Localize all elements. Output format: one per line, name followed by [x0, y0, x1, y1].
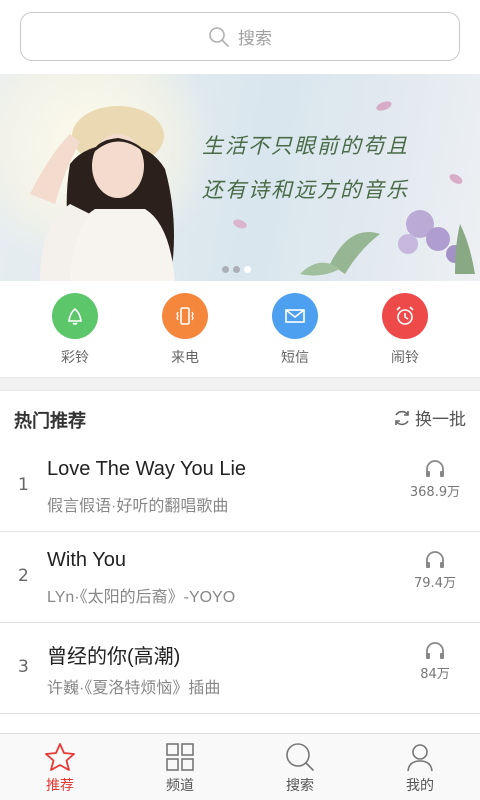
song-rank: 1 [18, 475, 29, 495]
play-count: 84万 [390, 641, 480, 682]
quick-action-label: 短信 [281, 350, 309, 366]
phone-vibrate-icon [162, 293, 208, 339]
section-divider [0, 377, 480, 391]
banner-text-line1: 生活不只眼前的苟且 [202, 134, 409, 158]
song-rank: 2 [18, 566, 29, 586]
search-placeholder: 搜索 [238, 29, 272, 49]
quick-action-ringback[interactable]: 彩铃 [20, 281, 130, 377]
hot-section-header: 热门推荐 换一批 [0, 391, 480, 443]
carousel-indicator [222, 266, 251, 273]
refresh-icon [395, 410, 409, 425]
headphones-icon [426, 551, 444, 568]
nav-tab-search[interactable]: 搜索 [240, 734, 360, 800]
song-subtitle: 假言假语·好听的翻唱歌曲 [47, 498, 229, 515]
quick-action-label: 彩铃 [61, 350, 89, 366]
promo-banner[interactable]: 生活不只眼前的苟且 还有诗和远方的音乐 [0, 74, 480, 281]
play-count-value: 79.4万 [414, 576, 456, 591]
star-icon [45, 743, 75, 771]
quick-actions: 彩铃 来电 短信 闹铃 [0, 281, 480, 377]
quick-action-label: 来电 [171, 350, 199, 366]
song-row[interactable]: 2 With You LYn·《太阳的后裔》-YOYO 79.4万 [0, 532, 480, 623]
quick-action-ringtone[interactable]: 来电 [130, 281, 240, 377]
play-count-value: 368.9万 [409, 485, 461, 500]
search-input[interactable]: 搜索 [20, 12, 460, 61]
song-row[interactable]: 1 Love The Way You Lie 假言假语·好听的翻唱歌曲 368.… [0, 441, 480, 532]
nav-label: 我的 [406, 778, 434, 794]
search-icon [209, 26, 229, 47]
user-icon [407, 744, 433, 772]
song-rank: 3 [18, 657, 29, 677]
envelope-icon [272, 293, 318, 339]
bell-icon [52, 293, 98, 339]
refresh-label: 换一批 [415, 410, 466, 430]
song-title: 曾经的你(高潮) [47, 646, 181, 668]
refresh-button[interactable]: 换一批 [392, 405, 466, 430]
quick-action-alarm[interactable]: 闹铃 [350, 281, 460, 377]
nav-label: 搜索 [286, 778, 314, 794]
grid-icon [166, 743, 194, 771]
search-bar-area: 搜索 [0, 0, 480, 74]
carousel-dot-active[interactable] [244, 266, 251, 273]
nav-label: 推荐 [46, 778, 74, 794]
section-title: 热门推荐 [14, 411, 86, 432]
carousel-dot[interactable] [233, 266, 240, 273]
search-icon [286, 743, 314, 771]
play-count: 368.9万 [390, 459, 480, 500]
nav-tab-recommend[interactable]: 推荐 [0, 734, 120, 800]
carousel-dot[interactable] [222, 266, 229, 273]
song-title: Love The Way You Lie [47, 458, 247, 480]
nav-label: 频道 [166, 778, 194, 794]
song-row[interactable]: 3 曾经的你(高潮) 许巍·《夏洛特烦恼》插曲 84万 [0, 623, 480, 714]
banner-text-line2: 还有诗和远方的音乐 [202, 178, 409, 202]
play-count-value: 84万 [420, 667, 450, 682]
headphones-icon [426, 642, 444, 659]
quick-action-label: 闹铃 [391, 350, 419, 366]
song-title: With You [47, 549, 126, 571]
bottom-navigation: 推荐 频道 搜索 我的 [0, 733, 480, 800]
nav-tab-mine[interactable]: 我的 [360, 734, 480, 800]
headphones-icon [426, 460, 444, 477]
play-count: 79.4万 [390, 550, 480, 591]
app-screen: 搜索 生活不只眼前的苟且 还有诗和远方的音乐 彩铃 来电 短信 闹铃 热门推荐 … [0, 0, 480, 800]
alarm-clock-icon [382, 293, 428, 339]
quick-action-sms[interactable]: 短信 [240, 281, 350, 377]
nav-tab-channels[interactable]: 频道 [120, 734, 240, 800]
song-subtitle: LYn·《太阳的后裔》-YOYO [47, 589, 236, 606]
song-subtitle: 许巍·《夏洛特烦恼》插曲 [47, 680, 221, 697]
